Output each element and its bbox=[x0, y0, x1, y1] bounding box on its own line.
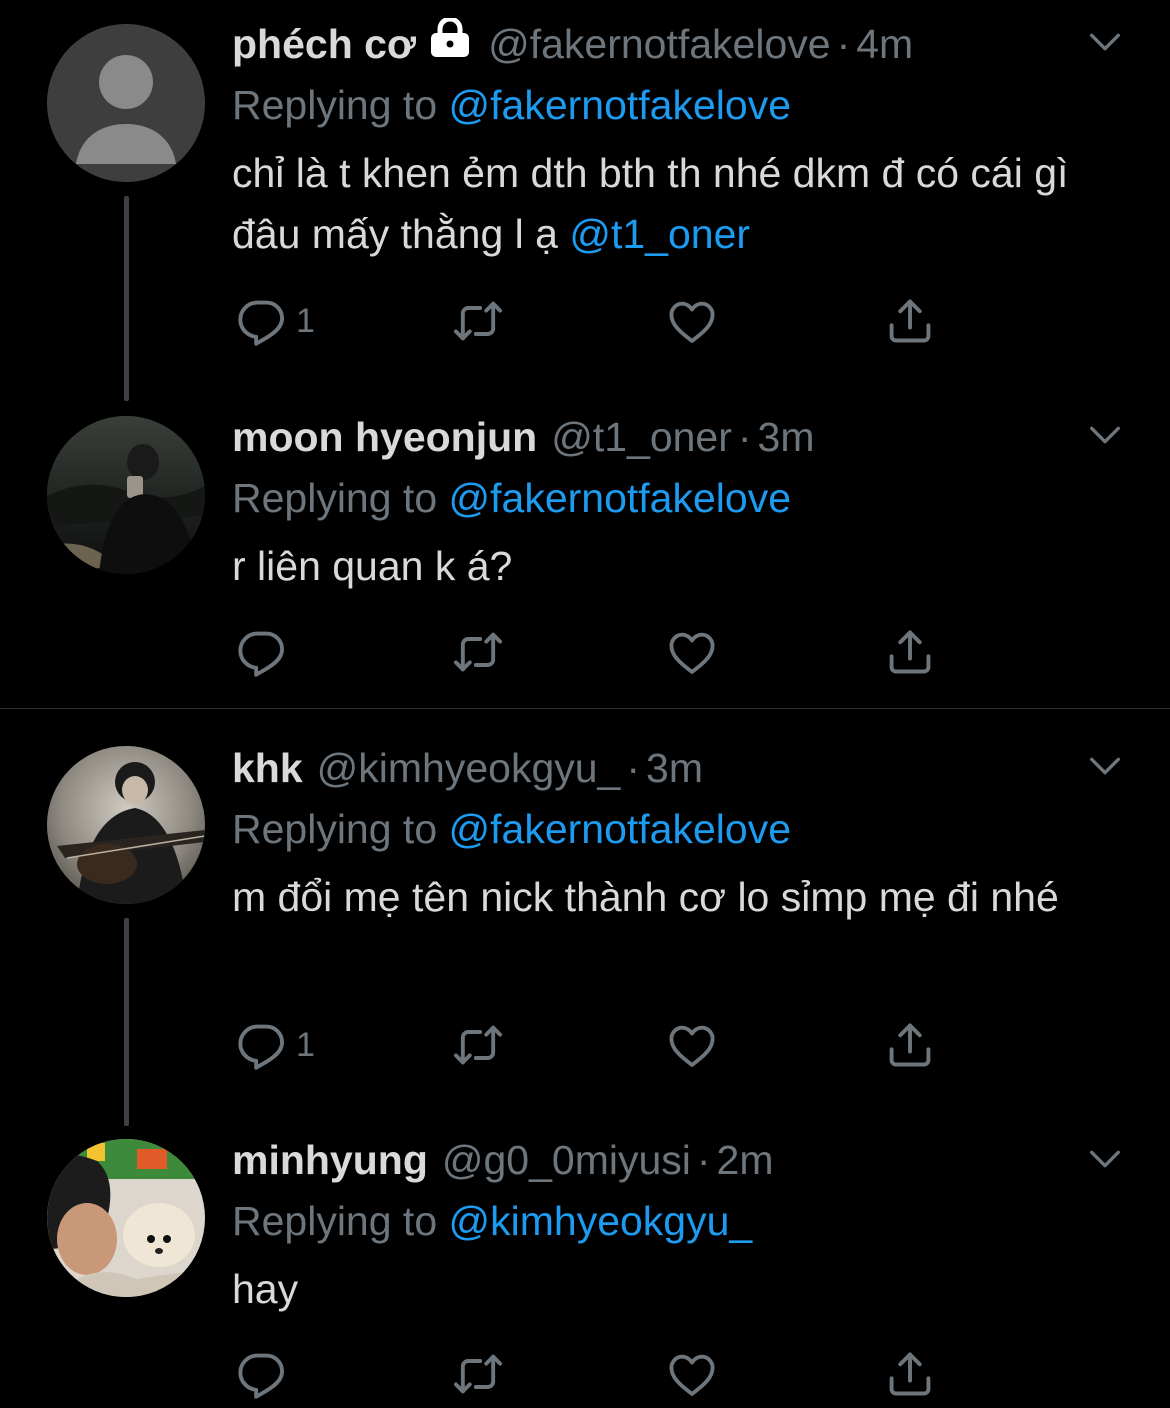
tweet-header: minhyung @g0_0miyusi · 2m bbox=[232, 1134, 1130, 1186]
tweet-text: chỉ là t khen ẻm dth bth th nhé dkm đ có… bbox=[232, 143, 1130, 265]
thread-line bbox=[124, 196, 129, 401]
tweet-header: khk @kimhyeokgyu_ · 3m bbox=[232, 742, 1130, 794]
replying-to: Replying to @fakernotfakelove bbox=[232, 472, 1130, 524]
chevron-down-icon[interactable] bbox=[1085, 415, 1125, 455]
avatar-khk[interactable] bbox=[47, 746, 205, 904]
retweet-icon bbox=[452, 1019, 504, 1071]
like-button[interactable] bbox=[666, 626, 718, 678]
reply-bubble-icon bbox=[236, 1348, 288, 1400]
reply-bubble-icon bbox=[236, 1019, 288, 1071]
tweet-header: moon hyeonjun @t1_oner · 3m bbox=[232, 411, 1130, 463]
share-icon bbox=[884, 1348, 936, 1400]
reply-button[interactable]: 1 bbox=[236, 295, 315, 347]
separator-dot: · bbox=[836, 21, 851, 67]
tweet-text: hay bbox=[232, 1266, 299, 1312]
reply-button[interactable] bbox=[236, 1348, 296, 1400]
separator-dot: · bbox=[696, 1137, 711, 1183]
profile-photo-icon bbox=[47, 416, 205, 574]
reply-count: 1 bbox=[296, 1025, 315, 1064]
heart-icon bbox=[666, 295, 718, 347]
replying-to-mention[interactable]: @fakernotfakelove bbox=[449, 475, 791, 521]
chevron-down-icon[interactable] bbox=[1085, 1139, 1125, 1179]
replying-prefix: Replying to bbox=[232, 82, 449, 128]
share-button[interactable] bbox=[884, 1348, 936, 1400]
replying-prefix: Replying to bbox=[232, 806, 449, 852]
avatar-minhyung[interactable] bbox=[47, 1139, 205, 1297]
replying-prefix: Replying to bbox=[232, 1198, 449, 1244]
handle[interactable]: @t1_oner bbox=[551, 411, 732, 463]
share-icon bbox=[884, 626, 936, 678]
share-button[interactable] bbox=[884, 1019, 936, 1071]
replying-to: Replying to @kimhyeokgyu_ bbox=[232, 1195, 1130, 1247]
default-avatar-icon bbox=[47, 24, 205, 182]
retweet-icon bbox=[452, 626, 504, 678]
heart-icon bbox=[666, 626, 718, 678]
tweet-text: m đổi mẹ tên nick thành cơ lo sỉmp mẹ đi… bbox=[232, 874, 1059, 920]
display-name[interactable]: moon hyeonjun bbox=[232, 411, 537, 463]
timestamp[interactable]: 4m bbox=[856, 18, 913, 70]
replying-to-mention[interactable]: @fakernotfakelove bbox=[449, 82, 791, 128]
reply-bubble-icon bbox=[236, 295, 288, 347]
like-button[interactable] bbox=[666, 1348, 718, 1400]
chevron-down-icon[interactable] bbox=[1085, 746, 1125, 786]
reply-button[interactable] bbox=[236, 626, 296, 678]
replying-to-mention[interactable]: @kimhyeokgyu_ bbox=[449, 1198, 753, 1244]
retweet-button[interactable] bbox=[452, 1019, 504, 1071]
chevron-down-icon[interactable] bbox=[1085, 22, 1125, 62]
timestamp[interactable]: 2m bbox=[717, 1134, 774, 1186]
avatar-moon-hyeonjun[interactable] bbox=[47, 416, 205, 574]
share-icon bbox=[884, 295, 936, 347]
display-name[interactable]: minhyung bbox=[232, 1134, 428, 1186]
retweet-button[interactable] bbox=[452, 295, 504, 347]
retweet-icon bbox=[452, 1348, 504, 1400]
retweet-icon bbox=[452, 295, 504, 347]
replying-to-mention[interactable]: @fakernotfakelove bbox=[449, 806, 791, 852]
share-icon bbox=[884, 1019, 936, 1071]
profile-photo-icon bbox=[47, 1139, 205, 1297]
reply-button[interactable]: 1 bbox=[236, 1019, 315, 1071]
heart-icon bbox=[666, 1019, 718, 1071]
timestamp[interactable]: 3m bbox=[758, 411, 815, 463]
handle[interactable]: @kimhyeokgyu_ bbox=[317, 742, 621, 794]
reply-bubble-icon bbox=[236, 626, 288, 678]
display-name[interactable]: khk bbox=[232, 742, 303, 794]
thread-line bbox=[124, 918, 129, 1126]
avatar-default[interactable] bbox=[47, 24, 205, 182]
like-button[interactable] bbox=[666, 295, 718, 347]
handle[interactable]: @g0_0miyusi bbox=[442, 1134, 691, 1186]
tweet-text-mention[interactable]: @t1_oner bbox=[569, 211, 750, 257]
share-button[interactable] bbox=[884, 626, 936, 678]
timestamp[interactable]: 3m bbox=[646, 742, 703, 794]
reply-count: 1 bbox=[296, 301, 315, 340]
share-button[interactable] bbox=[884, 295, 936, 347]
replying-prefix: Replying to bbox=[232, 475, 449, 521]
replying-to: Replying to @fakernotfakelove bbox=[232, 79, 1130, 131]
profile-photo-icon bbox=[47, 746, 205, 904]
separator-dot: · bbox=[626, 745, 641, 791]
lock-icon bbox=[428, 16, 472, 70]
handle[interactable]: @fakernotfakelove bbox=[488, 18, 830, 70]
tweet-header: phéch cơ @fakernotfakelove · 4m bbox=[232, 16, 1130, 70]
retweet-button[interactable] bbox=[452, 1348, 504, 1400]
display-name[interactable]: phéch cơ bbox=[232, 18, 416, 70]
separator-dot: · bbox=[737, 414, 752, 460]
retweet-button[interactable] bbox=[452, 626, 504, 678]
thread-divider bbox=[0, 708, 1170, 709]
like-button[interactable] bbox=[666, 1019, 718, 1071]
heart-icon bbox=[666, 1348, 718, 1400]
tweet-text: r liên quan k á? bbox=[232, 543, 513, 589]
replying-to: Replying to @fakernotfakelove bbox=[232, 803, 1130, 855]
